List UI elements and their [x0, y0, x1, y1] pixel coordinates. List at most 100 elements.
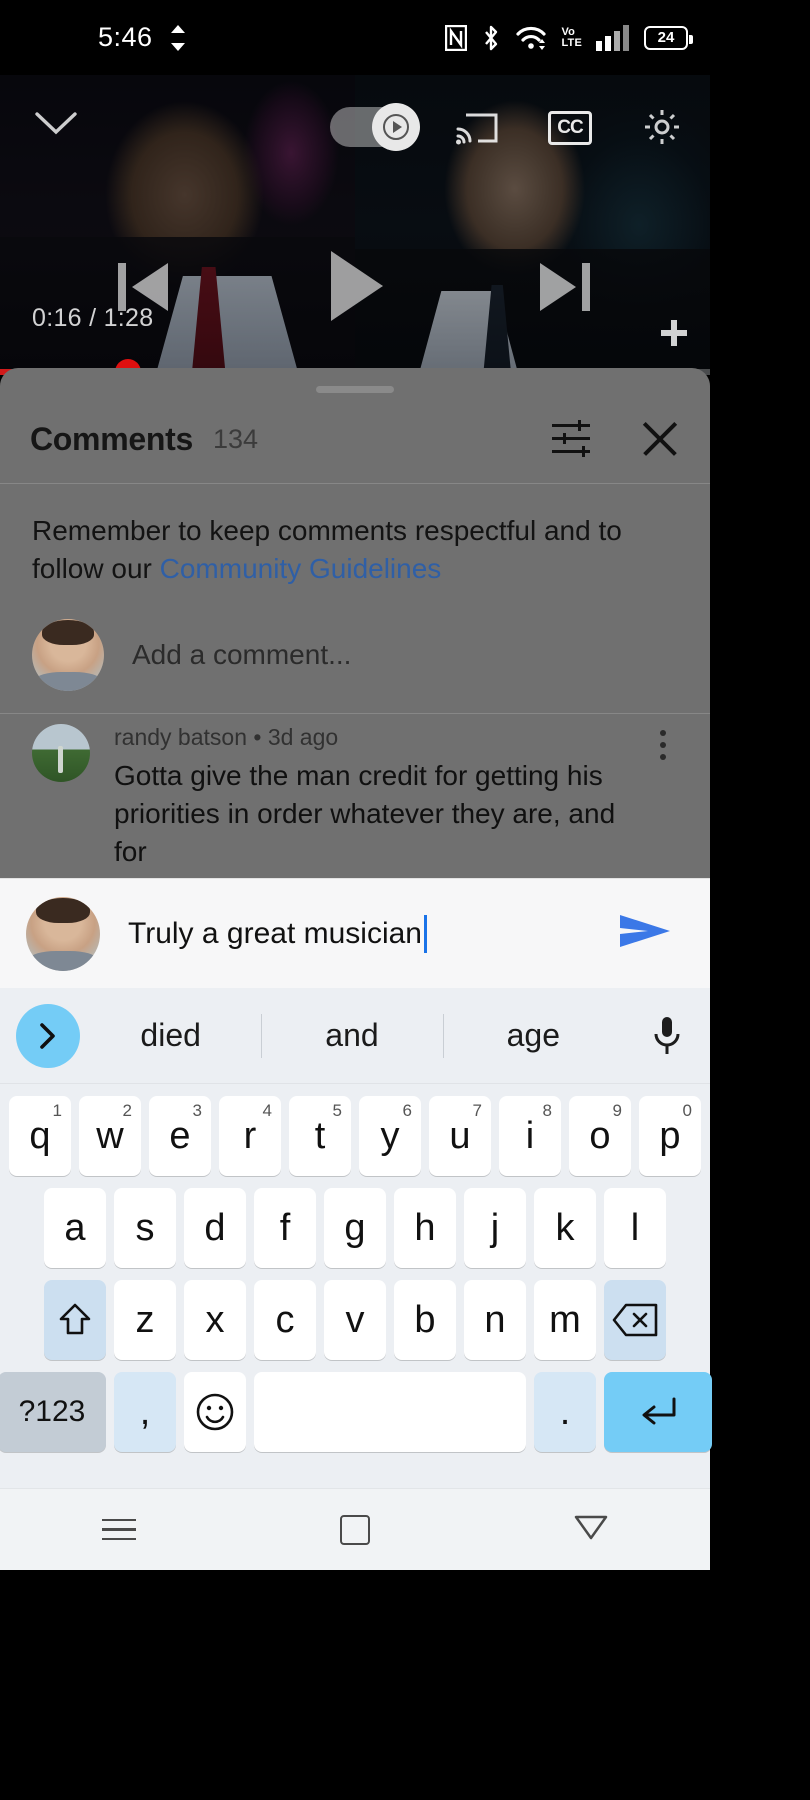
key-t-label: t — [314, 1114, 326, 1157]
key-f[interactable]: f — [254, 1188, 316, 1268]
key-i-number: 8 — [542, 1101, 552, 1120]
sync-arrows-icon — [167, 24, 189, 52]
play-icon[interactable] — [325, 247, 387, 330]
period-key[interactable]: . — [534, 1372, 596, 1452]
key-x[interactable]: x — [184, 1280, 246, 1360]
key-u-label: u — [449, 1114, 471, 1157]
key-o-number: 9 — [612, 1101, 622, 1120]
gear-icon[interactable] — [642, 107, 682, 147]
suggestion-2[interactable]: age — [443, 1017, 624, 1054]
status-time: 5:46 — [98, 22, 153, 52]
commenter-avatar[interactable] — [32, 724, 90, 783]
more-vertical-icon[interactable] — [646, 724, 680, 871]
key-v[interactable]: v — [324, 1280, 386, 1360]
comment-body: randy batson • 3d ago Gotta give the man… — [114, 724, 622, 871]
status-bar: 5:46 Vo LTE 24 — [0, 0, 710, 75]
key-e-number: 3 — [192, 1101, 202, 1120]
key-q-label: q — [29, 1114, 51, 1157]
symbols-key[interactable]: ?123 — [0, 1372, 106, 1452]
smiley-face-icon[interactable] — [184, 1372, 246, 1452]
play-triangle-icon — [383, 114, 409, 140]
enter-return-icon[interactable] — [604, 1372, 712, 1452]
drag-handle[interactable] — [316, 386, 394, 393]
key-y-number: 6 — [402, 1101, 412, 1120]
back-triangle-icon[interactable] — [574, 1513, 608, 1546]
on-screen-keyboard: died and age 1q 2w 3e 4r 5t 6y 7u 8i 9 o… — [0, 988, 712, 1488]
key-t[interactable]: 5t — [289, 1096, 351, 1176]
key-c[interactable]: c — [254, 1280, 316, 1360]
add-comment-row[interactable]: Add a comment... — [0, 613, 710, 713]
community-guidelines-link[interactable]: Community Guidelines — [160, 553, 442, 584]
keyboard-row-4: ?123 , . — [0, 1372, 712, 1452]
key-l[interactable]: l — [604, 1188, 666, 1268]
key-u[interactable]: 7u — [429, 1096, 491, 1176]
key-u-number: 7 — [472, 1101, 482, 1120]
nfc-icon — [445, 24, 468, 51]
recents-menu-icon[interactable] — [102, 1518, 136, 1541]
key-s[interactable]: s — [114, 1188, 176, 1268]
cast-icon[interactable] — [456, 111, 498, 145]
chevron-down-icon[interactable] — [34, 110, 78, 138]
key-z[interactable]: z — [114, 1280, 176, 1360]
key-k[interactable]: k — [534, 1188, 596, 1268]
key-p-label: p — [659, 1114, 681, 1157]
autoplay-toggle[interactable] — [330, 103, 420, 151]
comment-input[interactable]: Truly a great musician — [128, 914, 602, 953]
key-d[interactable]: d — [184, 1188, 246, 1268]
keyboard-row-3: z x c v b n m — [6, 1280, 704, 1360]
screen-filler — [0, 1570, 710, 1800]
key-h[interactable]: h — [394, 1188, 456, 1268]
microphone-icon[interactable] — [624, 1015, 710, 1057]
key-t-number: 5 — [332, 1101, 342, 1120]
key-j[interactable]: j — [464, 1188, 526, 1268]
home-square-icon[interactable] — [340, 1514, 370, 1545]
status-bar-left: 5:46 — [98, 22, 189, 53]
key-n[interactable]: n — [464, 1280, 526, 1360]
key-e[interactable]: 3e — [149, 1096, 211, 1176]
bluetooth-icon — [481, 24, 501, 52]
key-i[interactable]: 8i — [499, 1096, 561, 1176]
suggestion-0[interactable]: died — [80, 1017, 261, 1054]
filter-sliders-icon[interactable] — [552, 420, 590, 457]
key-y[interactable]: 6y — [359, 1096, 421, 1176]
key-q[interactable]: 1q — [9, 1096, 71, 1176]
skip-next-icon[interactable] — [534, 255, 594, 324]
space-key[interactable] — [254, 1372, 526, 1452]
comments-count: 134 — [212, 423, 259, 454]
suggestion-1[interactable]: and — [261, 1017, 442, 1054]
cellular-signal-icon — [596, 24, 630, 51]
key-p-number: 0 — [682, 1101, 692, 1120]
suggestion-strip: died and age — [0, 988, 710, 1084]
battery-level-label: 24 — [657, 29, 675, 46]
chevron-right-icon[interactable] — [16, 1003, 80, 1068]
captions-icon[interactable]: CC — [548, 111, 592, 145]
key-w-label: w — [96, 1114, 124, 1157]
key-b[interactable]: b — [394, 1280, 456, 1360]
close-icon[interactable] — [640, 419, 680, 459]
key-r-number: 4 — [262, 1101, 272, 1120]
key-r[interactable]: 4r — [219, 1096, 281, 1176]
key-q-number: 1 — [52, 1101, 62, 1120]
shift-up-arrow-icon[interactable] — [44, 1280, 106, 1360]
add-comment-placeholder: Add a comment... — [132, 639, 352, 671]
comments-sheet: Comments 134 Remember to keep comments r… — [0, 368, 710, 888]
autoplay-knob — [372, 103, 420, 151]
captions-label: CC — [548, 111, 592, 145]
comment-input-bar: Truly a great musician — [0, 878, 710, 988]
list-item[interactable]: randy batson • 3d ago Gotta give the man… — [0, 714, 710, 871]
key-r-label: r — [243, 1114, 257, 1157]
key-o[interactable]: 9o — [569, 1096, 631, 1176]
send-icon[interactable] — [618, 911, 672, 956]
key-g[interactable]: g — [324, 1188, 386, 1268]
keyboard-row-2: a s d f g h j k l — [6, 1188, 704, 1268]
key-a[interactable]: a — [44, 1188, 106, 1268]
player-time-display: 0:16 / 1:28 — [32, 304, 154, 332]
video-player[interactable]: CC 0:16 / 1:28 — [0, 75, 710, 375]
key-w[interactable]: 2w — [79, 1096, 141, 1176]
key-p[interactable]: 0p — [639, 1096, 701, 1176]
page-title: Comments — [30, 420, 193, 457]
backspace-icon[interactable] — [604, 1280, 666, 1360]
comma-key[interactable]: , — [114, 1372, 176, 1452]
key-m[interactable]: m — [534, 1280, 596, 1360]
key-i-label: i — [525, 1114, 535, 1157]
